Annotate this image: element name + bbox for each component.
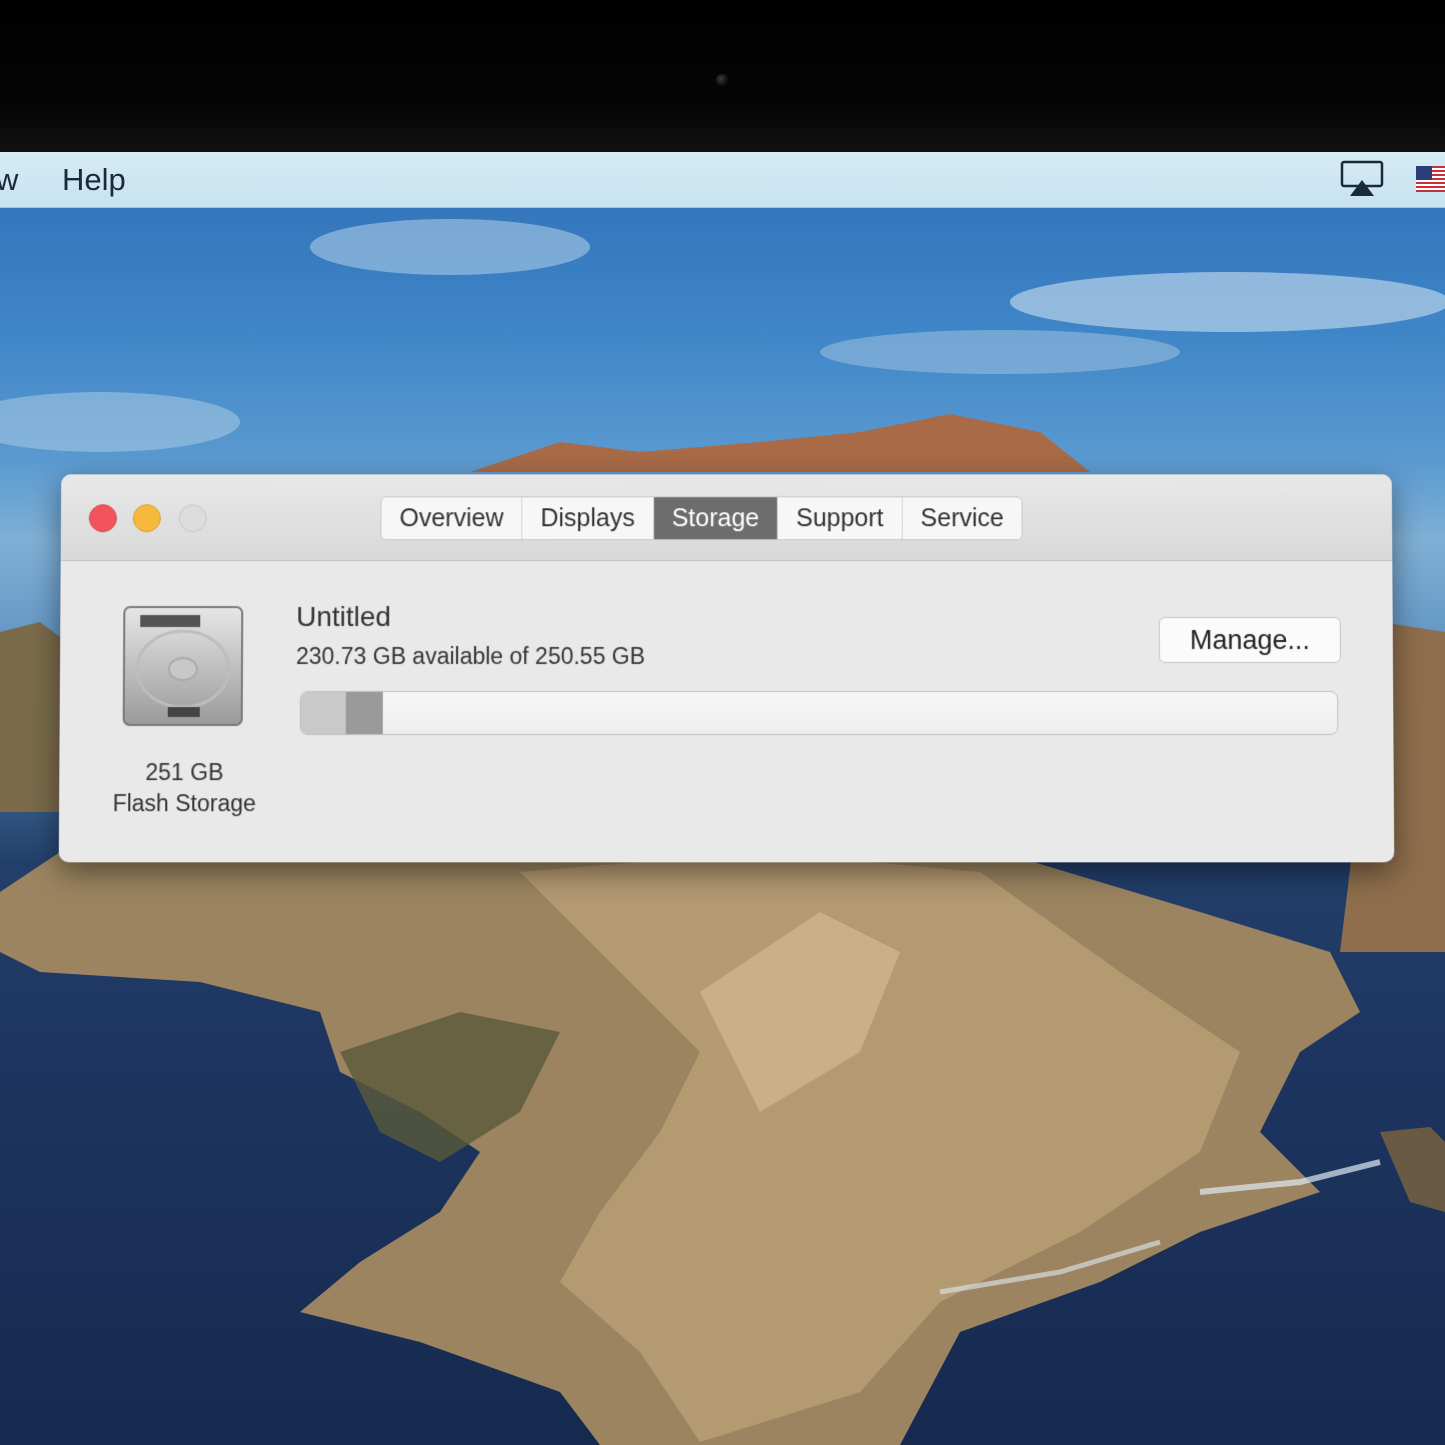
minimize-button[interactable] (133, 504, 161, 532)
screen-bezel (0, 0, 1445, 152)
camera-icon (716, 74, 728, 86)
airplay-icon[interactable] (1340, 160, 1384, 198)
disk-capacity: 251 GB (109, 757, 259, 788)
storage-usage-bar (300, 691, 1339, 735)
hard-drive-icon (120, 603, 247, 729)
storage-segment-2 (345, 692, 382, 734)
manage-button[interactable]: Manage... (1159, 617, 1341, 663)
tab-service[interactable]: Service (903, 497, 1022, 539)
about-this-mac-window: Overview Displays Storage Support Servic… (59, 474, 1395, 862)
tab-bar: Overview Displays Storage Support Servic… (380, 496, 1022, 540)
tab-storage[interactable]: Storage (654, 497, 778, 539)
disk-type: Flash Storage (109, 788, 259, 819)
volume-name: Untitled (296, 601, 391, 633)
window-titlebar: Overview Displays Storage Support Servic… (61, 474, 1393, 561)
tab-support[interactable]: Support (778, 497, 902, 539)
menu-bar: w Help (0, 152, 1445, 208)
disk-info: 251 GB Flash Storage (109, 757, 260, 819)
storage-panel: 251 GB Flash Storage Untitled 230.73 GB … (59, 561, 1394, 861)
storage-segment-1 (301, 692, 346, 734)
zoom-button[interactable] (179, 504, 207, 532)
menu-help[interactable]: Help (62, 162, 126, 198)
volume-availability: 230.73 GB available of 250.55 GB (296, 643, 645, 670)
menu-window[interactable]: w (0, 162, 18, 198)
tab-displays[interactable]: Displays (522, 497, 653, 539)
tab-overview[interactable]: Overview (381, 497, 522, 539)
us-flag-icon[interactable] (1416, 166, 1445, 192)
close-button[interactable] (89, 504, 117, 532)
